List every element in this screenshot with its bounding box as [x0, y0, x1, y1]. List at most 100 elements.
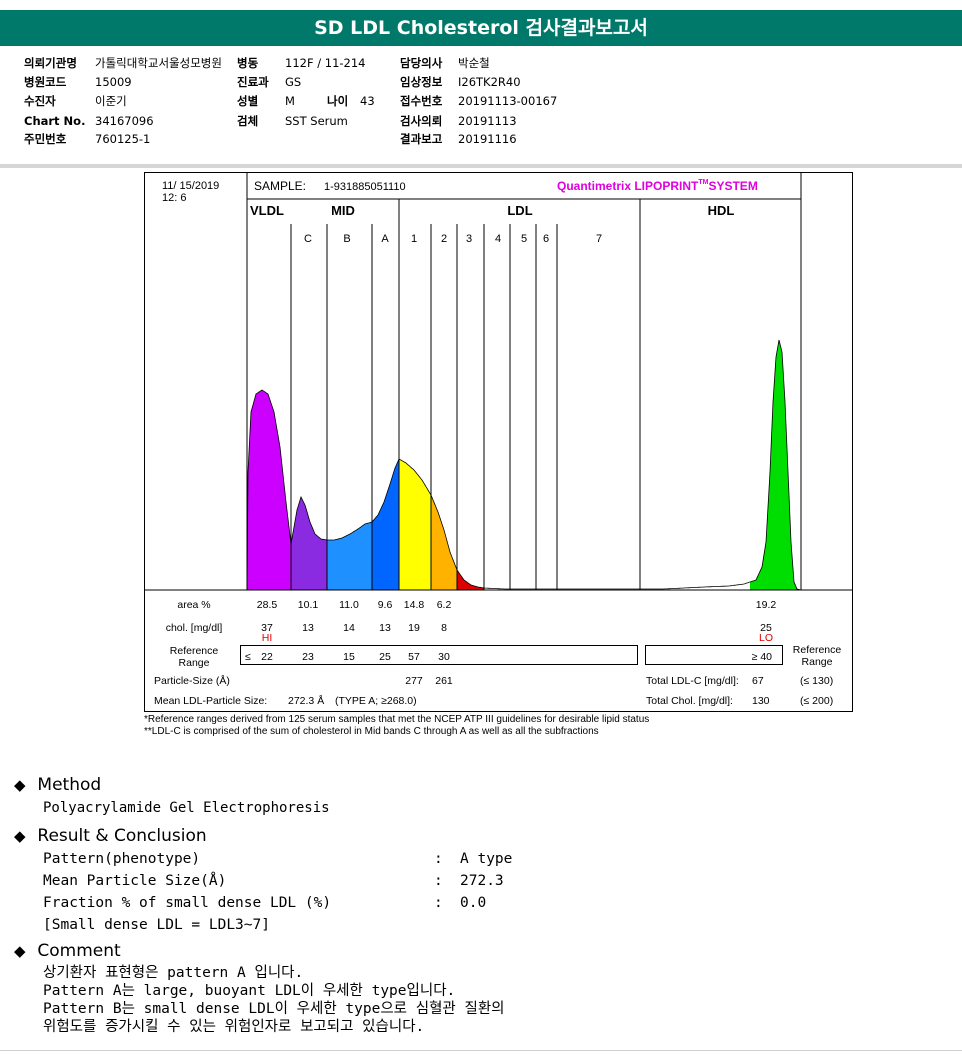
band-3: 3: [466, 233, 472, 245]
header-value: 20191113: [458, 114, 517, 128]
group-hdl: HDL: [708, 203, 735, 218]
ref-value: 23: [302, 651, 314, 663]
result-value: A type: [460, 851, 513, 867]
hi-flag: HI: [262, 632, 273, 644]
header-label: 의뢰기관명: [24, 56, 77, 70]
header-value: SST Serum: [285, 114, 348, 128]
comment-line: Pattern B는 small dense LDL이 우세한 type으로 심…: [43, 1001, 505, 1017]
diamond-bullet-icon: ◆: [14, 776, 26, 794]
result-label: Mean Particle Size(Å): [43, 873, 227, 889]
band-5: 5: [521, 233, 527, 245]
header-label: Chart No.: [24, 114, 86, 128]
group-mid: MID: [331, 203, 355, 218]
header-label: 나이: [327, 94, 349, 108]
result-value: 272.3: [460, 873, 504, 889]
band-b: B: [343, 233, 350, 245]
header-label: 접수번호: [400, 94, 443, 108]
chol-value: 8: [441, 622, 447, 634]
band-2: 2: [441, 233, 447, 245]
header-label: 병동: [237, 56, 259, 70]
ref-label: Reference: [170, 645, 219, 657]
header-label: 담당의사: [400, 56, 443, 70]
band-a: A: [381, 233, 389, 245]
total-ldl-label: Total LDL-C [mg/dl]:: [646, 675, 739, 687]
header-label: 검체: [237, 114, 259, 128]
band-c: C: [304, 233, 312, 245]
ref-right-label: Range: [802, 656, 833, 668]
sample-label: SAMPLE:: [254, 179, 306, 193]
area-value: 10.1: [298, 599, 319, 611]
result-note: [Small dense LDL = LDL3~7]: [43, 917, 270, 933]
mean-value: 272.3 Å: [288, 694, 324, 707]
header-label: 검사의뢰: [400, 114, 443, 128]
total-chol-ref: (≤ 200): [800, 695, 833, 707]
method-heading: ◆ Method: [14, 775, 102, 795]
chol-value: 14: [343, 622, 355, 634]
chol-value: 13: [302, 622, 314, 634]
group-vldl: VLDL: [250, 203, 284, 218]
method-text: Polyacrylamide Gel Electrophoresis: [43, 800, 330, 816]
chol-label: chol. [mg/dl]: [166, 622, 223, 634]
header-divider: [0, 164, 962, 168]
mean-label: Mean LDL-Particle Size:: [154, 695, 267, 707]
result-colon: :: [434, 873, 443, 889]
header-label: 주민번호: [24, 132, 67, 146]
area-label: area %: [177, 599, 210, 611]
total-chol-value: 130: [752, 695, 770, 707]
area-value: 28.5: [257, 599, 278, 611]
ref-label: Range: [179, 657, 210, 669]
header-value: 43: [360, 94, 375, 108]
header-value: 20191113-00167: [458, 94, 558, 108]
footnote-1: *Reference ranges derived from 125 serum…: [144, 714, 650, 725]
ref-value: 25: [379, 651, 391, 663]
ref-value: 57: [408, 651, 420, 663]
footnote-2: **LDL-C is comprised of the sum of chole…: [144, 726, 599, 737]
report-title: SD LDL Cholesterol 검사결과보고서: [0, 10, 962, 46]
comment-line: 위험도를 증가시킬 수 있는 위험인자로 보고되고 있습니다.: [43, 1019, 425, 1035]
area-value: 6.2: [437, 599, 452, 611]
band-6: 6: [543, 233, 549, 245]
header-value: GS: [285, 75, 302, 89]
header-value: 112F / 11-214: [285, 56, 366, 70]
result-heading: ◆ Result & Conclusion: [14, 826, 207, 846]
ref-value-hdl: ≥ 40: [752, 651, 773, 663]
header-value: 이준기: [95, 94, 127, 108]
header-value: 가톨릭대학교서울성모병원: [95, 56, 222, 70]
ref-value: 15: [343, 651, 355, 663]
comment-heading: ◆ Comment: [14, 941, 121, 961]
header-value: 15009: [95, 75, 132, 89]
band-1: 1: [411, 233, 417, 245]
lipoprint-chart: 11/ 15/2019 12: 6 SAMPLE: 1-931885051110…: [144, 172, 853, 712]
band-7: 7: [596, 233, 602, 245]
diamond-bullet-icon: ◆: [14, 827, 26, 845]
header-value: 34167096: [95, 114, 154, 128]
header-label: 결과보고: [400, 132, 443, 146]
result-label: Pattern(phenotype): [43, 851, 201, 867]
sample-id: 1-931885051110: [324, 181, 406, 193]
header-label: 진료과: [237, 75, 269, 89]
particle-value: 261: [435, 675, 453, 687]
area-value-hdl: 19.2: [756, 599, 777, 611]
header-value: 박순철: [458, 56, 490, 70]
result-value: 0.0: [460, 895, 487, 911]
lo-flag: LO: [759, 632, 773, 644]
diamond-bullet-icon: ◆: [14, 942, 26, 960]
particle-label: Particle-Size (Å): [154, 674, 230, 687]
mean-type: (TYPE A; ≥268.0): [335, 695, 417, 707]
header-label: 성별: [237, 94, 259, 108]
chol-value: 13: [379, 622, 391, 634]
ref-le: ≤: [245, 651, 251, 663]
header-value: M: [285, 94, 295, 108]
total-chol-label: Total Chol. [mg/dl]:: [646, 695, 733, 707]
header-value: I26TK2R40: [458, 75, 521, 89]
brand-name: Quantimetrix LIPOPRINTTMSYSTEM: [557, 179, 758, 193]
total-ldl-ref: (≤ 130): [800, 675, 833, 687]
area-value: 11.0: [339, 599, 359, 611]
band-4: 4: [495, 233, 501, 245]
chart-time: 12: 6: [162, 192, 186, 204]
header-row: 의뢰기관명: [24, 57, 77, 70]
header-label: 병원코드: [24, 75, 67, 89]
group-ldl: LDL: [507, 203, 532, 218]
header-value: 760125-1: [95, 132, 151, 146]
ref-value: 22: [261, 651, 273, 663]
